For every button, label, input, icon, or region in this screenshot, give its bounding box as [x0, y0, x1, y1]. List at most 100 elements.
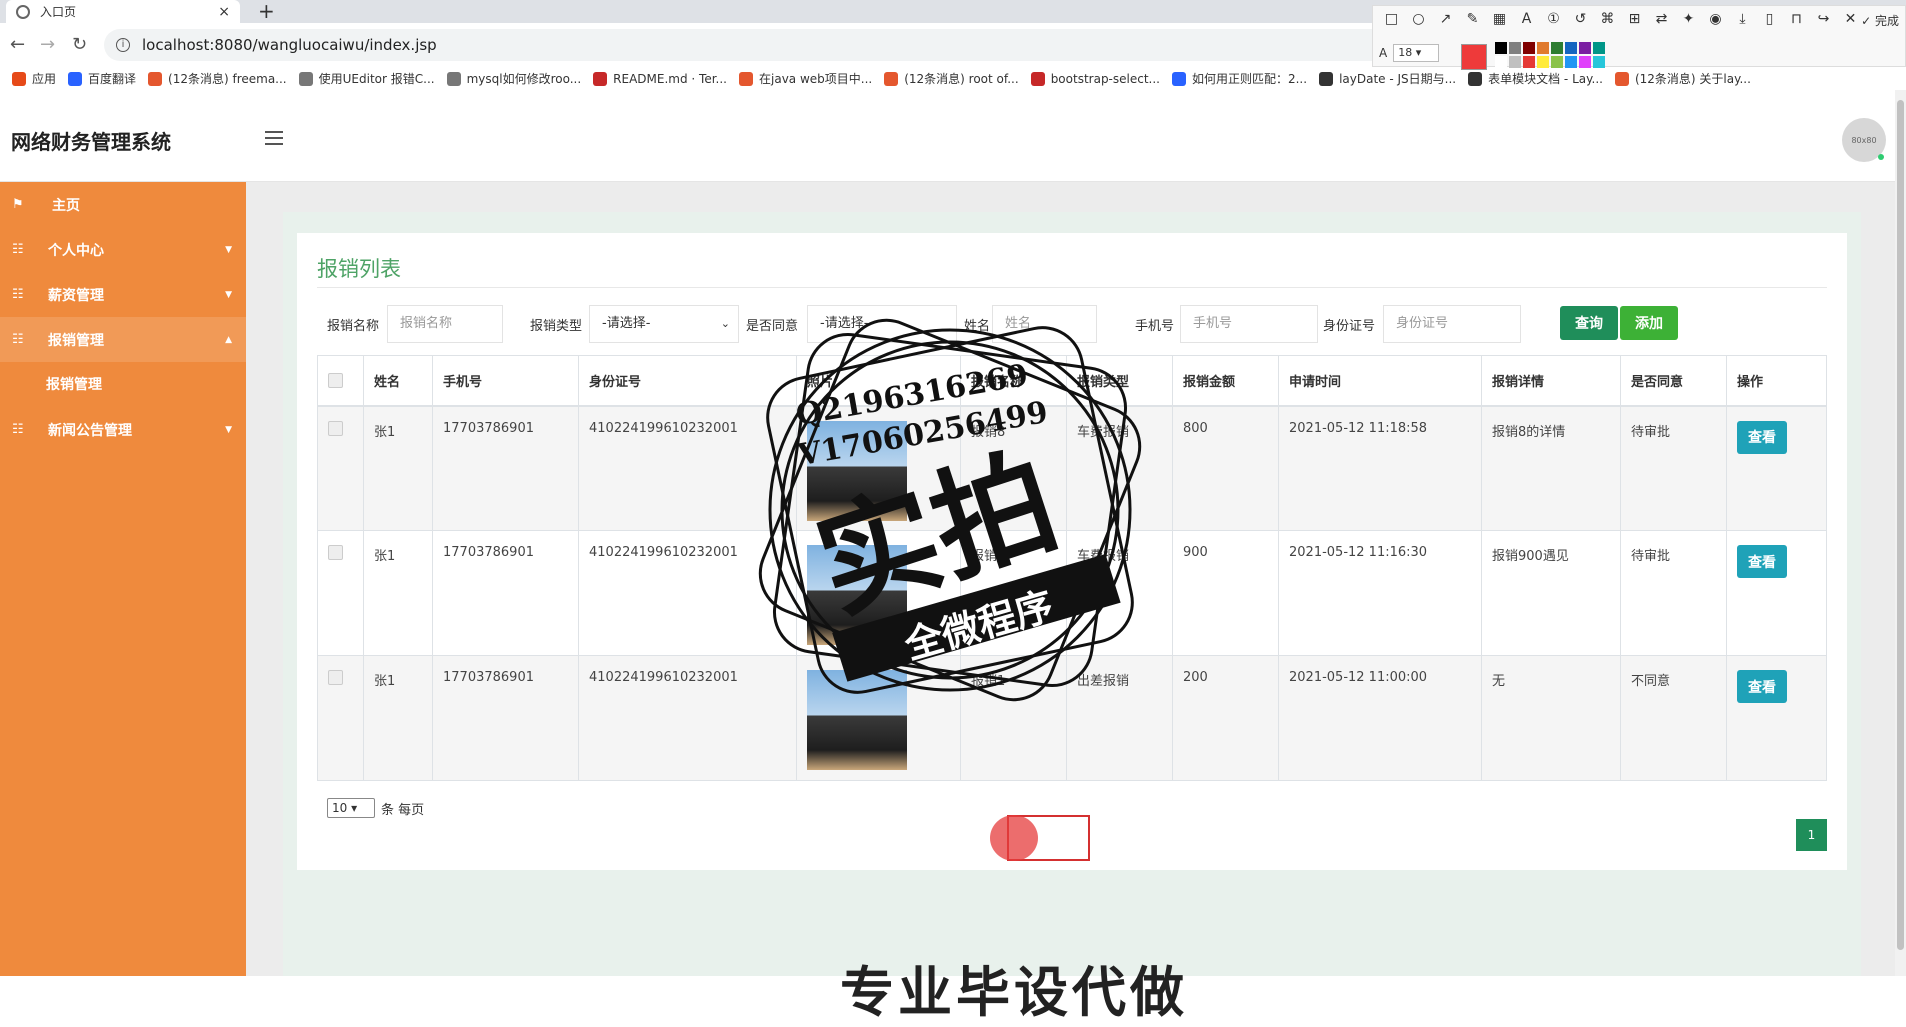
select-all-checkbox[interactable]	[328, 372, 343, 388]
bookmark-item[interactable]: 应用	[12, 70, 56, 87]
sidebar-item-personal[interactable]: ☷ 个人中心 ▼	[0, 227, 246, 272]
color-swatch[interactable]	[1551, 56, 1563, 68]
pin-icon[interactable]: ⌘	[1599, 11, 1616, 27]
color-swatch[interactable]	[1579, 42, 1591, 54]
back-icon[interactable]: ←	[10, 34, 25, 55]
action-cell: 查看	[1726, 655, 1827, 781]
row-checkbox[interactable]	[328, 420, 343, 436]
color-swatch[interactable]	[1565, 56, 1577, 68]
download-icon[interactable]: ⤓	[1734, 11, 1751, 27]
text-tool-icon[interactable]: A	[1518, 11, 1535, 27]
view-button[interactable]: 查看	[1737, 670, 1787, 703]
watermark-stamp: Q2196316269 V17060256499 实拍 全微程序	[758, 318, 1142, 702]
ellipse-tool-icon[interactable]: ○	[1410, 11, 1427, 27]
color-swatch[interactable]	[1509, 42, 1521, 54]
bookmark-favicon-icon	[446, 71, 461, 86]
forward-icon[interactable]: →	[40, 34, 55, 55]
browser-tab[interactable]: 入口页 ×	[6, 0, 240, 23]
sidebar-item-news[interactable]: ☷ 新闻公告管理 ▼	[0, 407, 246, 452]
translate-icon[interactable]: ⇄	[1653, 11, 1670, 27]
bookmark-item[interactable]: (12条消息) freema...	[148, 70, 287, 87]
view-button[interactable]: 查看	[1737, 545, 1787, 578]
color-swatch[interactable]	[1579, 56, 1591, 68]
color-palette	[1495, 42, 1605, 68]
hamburger-menu-icon[interactable]	[265, 131, 283, 149]
bookmark-item[interactable]: 使用UEditor 报错C...	[298, 70, 435, 87]
color-swatch[interactable]	[1593, 56, 1605, 68]
color-swatch[interactable]	[1593, 42, 1605, 54]
phone-icon[interactable]: ▯	[1761, 11, 1778, 27]
done-button[interactable]: ✓ 完成	[1861, 12, 1899, 29]
chevron-down-icon: ▼	[225, 289, 232, 300]
view-button[interactable]: 查看	[1737, 420, 1787, 454]
bookmark-item[interactable]: (12条消息) 关于lay...	[1614, 70, 1751, 87]
chevron-up-icon: ▲	[225, 334, 232, 345]
grid-icon: ☷	[12, 287, 24, 302]
bookmark-item[interactable]: layDate - JS日期与...	[1319, 70, 1456, 87]
color-swatch[interactable]	[1495, 56, 1507, 68]
per-page-select[interactable]: 10 ▾	[327, 798, 375, 818]
add-button[interactable]: 添加	[1620, 306, 1678, 340]
font-size-select[interactable]: 18 ▾	[1393, 44, 1440, 62]
phone-filter-input[interactable]: 手机号	[1180, 305, 1318, 343]
tab-close-icon[interactable]: ×	[218, 4, 230, 20]
share-icon[interactable]: ↪	[1815, 11, 1832, 27]
number-tool-icon[interactable]: ①	[1545, 11, 1562, 27]
color-swatch[interactable]	[1565, 42, 1577, 54]
bookmark-label: 在java web项目中...	[759, 72, 873, 86]
bookmark-item[interactable]: README.md · Ter...	[593, 71, 727, 86]
color-swatch[interactable]	[1495, 42, 1507, 54]
record-icon[interactable]: ◉	[1707, 11, 1724, 27]
bookmark-item[interactable]: 在java web项目中...	[739, 70, 872, 87]
id-filter-input[interactable]: 身份证号	[1383, 305, 1521, 343]
color-swatch[interactable]	[1537, 56, 1549, 68]
bookmark-item[interactable]: bootstrap-select...	[1030, 71, 1160, 86]
pen-tool-icon[interactable]: ✎	[1464, 11, 1481, 27]
page-scrollbar[interactable]	[1895, 90, 1906, 976]
info-icon[interactable]: i	[116, 38, 130, 52]
bookmark-icon[interactable]: ⊓	[1788, 11, 1805, 27]
bookmark-item[interactable]: 表单模块文档 - Lay...	[1468, 70, 1603, 87]
bookmark-item[interactable]: (12条消息) root of...	[884, 70, 1019, 87]
current-color-swatch[interactable]	[1461, 44, 1487, 70]
bookmark-item[interactable]: 如何用正则匹配：2...	[1171, 70, 1307, 87]
rectangle-tool-icon[interactable]: □	[1383, 11, 1400, 27]
arrow-tool-icon[interactable]: ↗	[1437, 11, 1454, 27]
color-swatch[interactable]	[1509, 56, 1521, 68]
color-swatch[interactable]	[1523, 56, 1535, 68]
row-select-cell	[317, 655, 364, 781]
sidebar-item-salary[interactable]: ☷ 薪资管理 ▼	[0, 272, 246, 317]
sidebar-item-label: 个人中心	[48, 242, 104, 259]
color-swatch[interactable]	[1551, 42, 1563, 54]
new-tab-button[interactable]: +	[258, 0, 275, 23]
grid-icon: ☷	[12, 422, 24, 437]
sidebar-item-home[interactable]: ⚑ 主页	[0, 182, 246, 227]
cancel-icon[interactable]: ✕	[1842, 11, 1859, 27]
color-swatch[interactable]	[1523, 42, 1535, 54]
avatar[interactable]: 80x80	[1842, 118, 1886, 162]
sidebar-subitem-reimbursement-manage[interactable]: 报销管理	[46, 374, 102, 394]
chevron-down-icon: ▼	[225, 424, 232, 435]
bookmark-label: mysql如何修改roo...	[466, 72, 582, 86]
page-button-current[interactable]: 1	[1796, 819, 1827, 851]
sidebar-item-reimbursement[interactable]: ☷ 报销管理 ▲	[0, 317, 246, 362]
bookmark-favicon-icon	[1030, 71, 1045, 86]
magic-icon[interactable]: ✦	[1680, 11, 1697, 27]
filter-label-name: 报销名称	[327, 318, 380, 334]
name-filter-input[interactable]: 报销名称	[387, 305, 503, 343]
ocr-icon[interactable]: ⊞	[1626, 11, 1643, 27]
search-button[interactable]: 查询	[1560, 306, 1618, 340]
bookmark-item[interactable]: 百度翻译	[68, 70, 136, 87]
color-swatch[interactable]	[1537, 42, 1549, 54]
row-checkbox[interactable]	[328, 670, 343, 685]
undo-icon[interactable]: ↺	[1572, 11, 1589, 27]
row-checkbox[interactable]	[328, 545, 343, 560]
cell-detail: 报销900遇见	[1481, 530, 1621, 656]
reload-icon[interactable]: ↻	[72, 34, 87, 55]
grid-icon: ☷	[12, 332, 24, 347]
col-header: 操作	[1726, 355, 1827, 407]
type-filter-select[interactable]: -请选择- ⌄	[589, 305, 739, 343]
mosaic-tool-icon[interactable]: ▦	[1491, 11, 1508, 27]
bookmark-favicon-icon	[298, 71, 313, 86]
bookmark-item[interactable]: mysql如何修改roo...	[446, 70, 582, 87]
